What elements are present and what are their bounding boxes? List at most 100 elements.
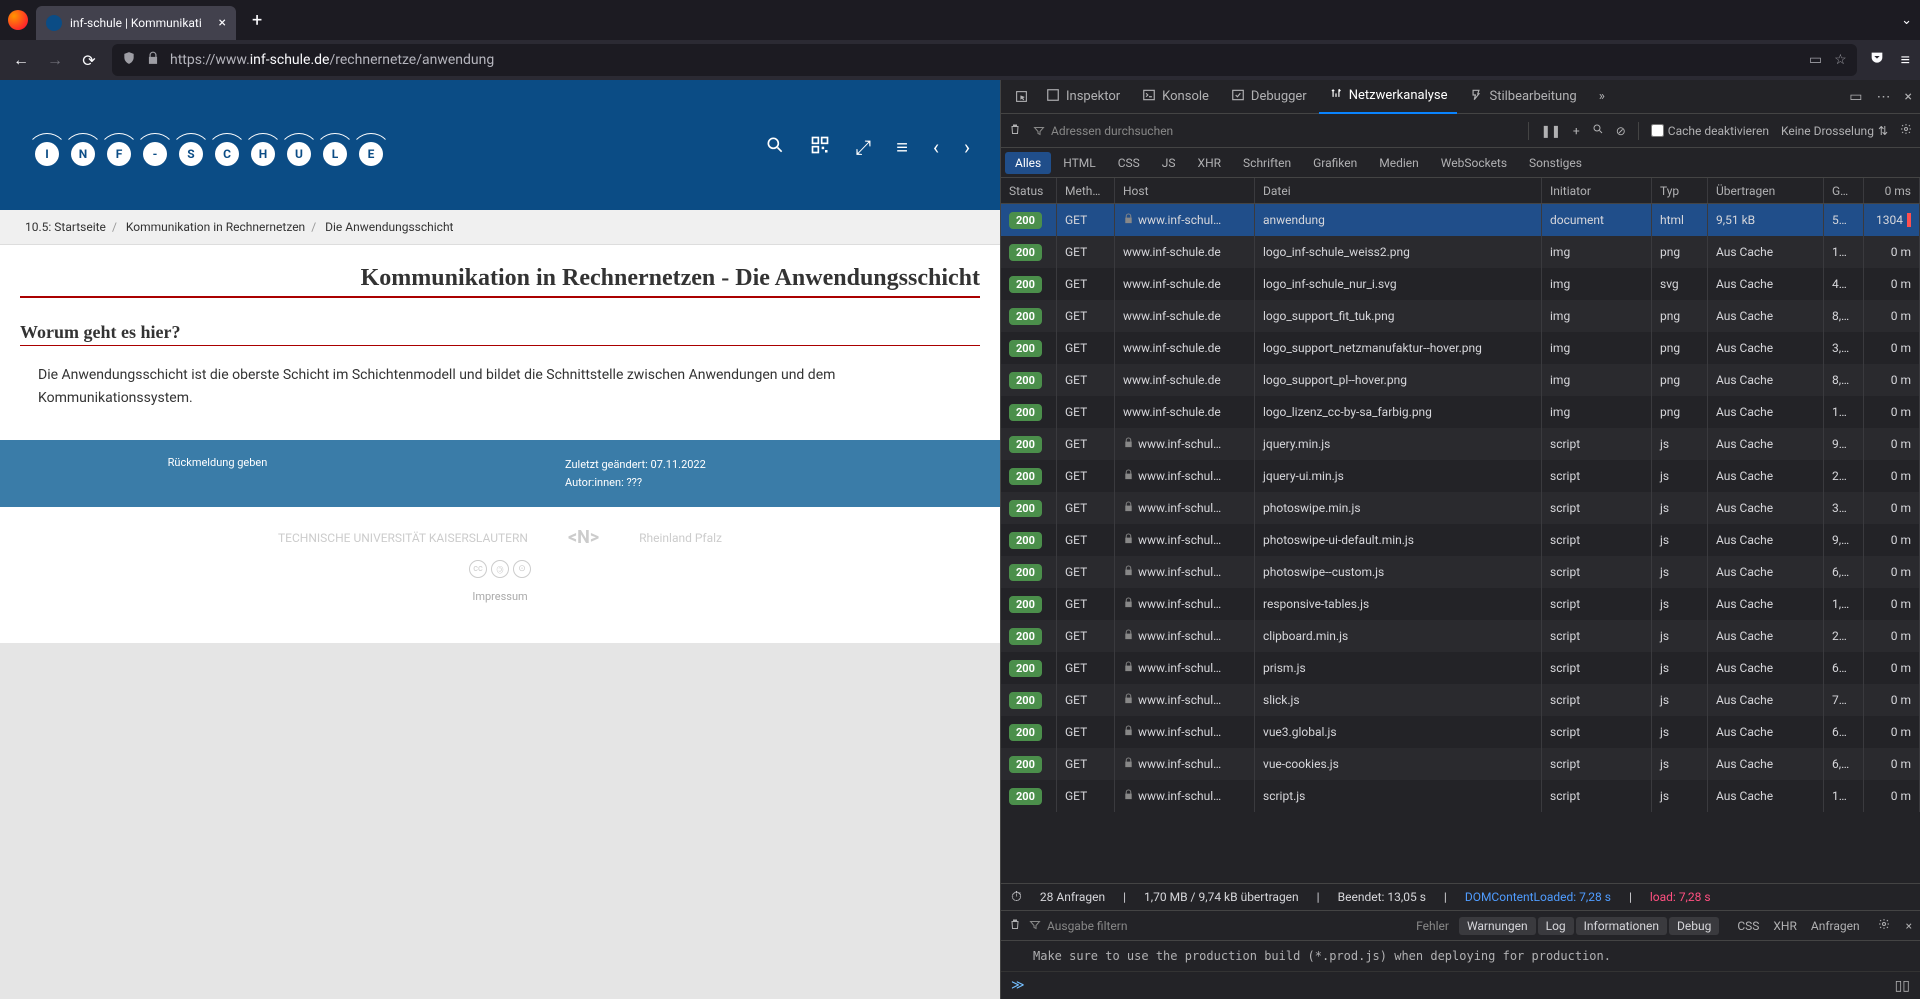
responsive-mode-icon[interactable]: ▭ (1849, 89, 1862, 105)
network-row[interactable]: 200GETwww.inf-schule.delogo_lizenz_cc-by… (1001, 396, 1920, 428)
throttle-select[interactable]: Keine Drosselung ⇅ (1781, 124, 1888, 138)
filter-tab-xhr[interactable]: XHR (1188, 152, 1231, 174)
prev-chapter-icon[interactable]: ‹ (933, 135, 939, 160)
devtools-tab-konsole[interactable]: Konsole (1132, 80, 1219, 114)
network-row[interactable]: 200GETwww.inf-schul…responsive-tables.js… (1001, 588, 1920, 620)
feedback-link[interactable]: Rückmeldung geben (168, 456, 268, 469)
new-tab-button[interactable]: + (244, 6, 270, 35)
filter-tab-alles[interactable]: Alles (1005, 152, 1051, 174)
lock-icon[interactable] (146, 51, 160, 69)
clear-icon[interactable] (1009, 123, 1021, 138)
col-waterfall[interactable]: 0 ms (1864, 178, 1920, 203)
col-type[interactable]: Typ (1652, 178, 1708, 203)
network-row[interactable]: 200GETwww.inf-schul…jquery.min.jsscriptj… (1001, 428, 1920, 460)
search-icon[interactable] (765, 135, 785, 160)
menu-button[interactable]: ≡ (1901, 50, 1910, 70)
settings-gear-icon[interactable] (1900, 123, 1912, 138)
network-row[interactable]: 200GETwww.inf-schule.delogo_inf-schule_w… (1001, 236, 1920, 268)
network-row[interactable]: 200GETwww.inf-schule.delogo_support_fit_… (1001, 300, 1920, 332)
devtools-close-icon[interactable]: × (1905, 89, 1912, 105)
sponsor-logo[interactable]: Rheinland Pfalz (639, 531, 722, 545)
network-row[interactable]: 200GETwww.inf-schule.delogo_support_netz… (1001, 332, 1920, 364)
network-row[interactable]: 200GETwww.inf-schul…jquery-ui.min.jsscri… (1001, 460, 1920, 492)
console-css[interactable]: CSS (1737, 919, 1759, 933)
network-row[interactable]: 200GETwww.inf-schul…script.jsscriptjsAus… (1001, 780, 1920, 812)
filter-tab-js[interactable]: JS (1152, 152, 1186, 174)
network-row[interactable]: 200GETwww.inf-schul…anwendungdocumenthtm… (1001, 204, 1920, 236)
network-row[interactable]: 200GETwww.inf-schul…vue3.global.jsscript… (1001, 716, 1920, 748)
devtools-menu-icon[interactable]: ⋯ (1877, 89, 1891, 105)
filter-tab-css[interactable]: CSS (1108, 152, 1150, 174)
site-logo[interactable]: INF-SCHULE (35, 142, 383, 166)
shield-icon[interactable] (122, 51, 136, 69)
pocket-icon[interactable] (1869, 50, 1885, 70)
network-row[interactable]: 200GETwww.inf-schul…clipboard.min.jsscri… (1001, 620, 1920, 652)
col-status[interactable]: Status (1001, 178, 1057, 203)
expand-icon[interactable]: ⤢ (855, 135, 871, 160)
tabs-overflow-icon[interactable]: ⌄ (1901, 13, 1912, 28)
filter-tab-grafiken[interactable]: Grafiken (1303, 152, 1367, 174)
console-close-icon[interactable]: × (1906, 919, 1912, 933)
tab-close-icon[interactable]: × (219, 15, 226, 31)
breadcrumb-item[interactable]: Die Anwendungsschicht (322, 220, 453, 234)
level-warnungen[interactable]: Warnungen (1459, 917, 1536, 935)
devtools-picker-icon[interactable] (1009, 80, 1034, 114)
network-row[interactable]: 200GETwww.inf-schul…slick.jsscriptjsAus … (1001, 684, 1920, 716)
network-row[interactable]: 200GETwww.inf-schule.delogo_support_pl--… (1001, 364, 1920, 396)
url-filter-input[interactable]: Adressen durchsuchen (1033, 124, 1516, 138)
network-row[interactable]: 200GETwww.inf-schul…photoswipe--custom.j… (1001, 556, 1920, 588)
split-console-icon[interactable]: ▯▯ (1895, 978, 1910, 994)
network-table-header[interactable]: Status Meth… Host Datei Initiator Typ Üb… (1001, 178, 1920, 204)
col-size[interactable]: G… (1824, 178, 1864, 203)
col-transferred[interactable]: Übertragen (1708, 178, 1824, 203)
network-row[interactable]: 200GETwww.inf-schule.delogo_inf-schule_n… (1001, 268, 1920, 300)
filter-tab-html[interactable]: HTML (1053, 152, 1106, 174)
cc-license[interactable]: cc🄯⊙ (0, 560, 1000, 578)
console-filter-input[interactable]: Ausgabe filtern (1029, 919, 1400, 933)
breadcrumb-item[interactable]: Kommunikation in Rechnernetzen (123, 220, 305, 234)
filter-tab-schriften[interactable]: Schriften (1233, 152, 1301, 174)
browser-tab[interactable]: inf-schule | Kommunikati × (36, 6, 236, 40)
back-button[interactable]: ← (10, 50, 32, 70)
next-chapter-icon[interactable]: › (964, 135, 970, 160)
devtools-overflow-icon[interactable]: » (1589, 80, 1615, 114)
col-host[interactable]: Host (1115, 178, 1255, 203)
cache-disable-checkbox[interactable]: Cache deaktivieren (1651, 124, 1769, 138)
sponsor-logo[interactable]: <N> (568, 527, 599, 548)
console-xhr[interactable]: XHR (1773, 919, 1796, 933)
devtools-tab-netzwerkanalyse[interactable]: Netzwerkanalyse (1319, 80, 1458, 114)
forward-button[interactable]: → (44, 50, 66, 70)
add-icon[interactable]: + (1573, 124, 1580, 138)
level-fehler[interactable]: Fehler (1408, 917, 1457, 935)
level-debug[interactable]: Debug (1669, 917, 1719, 935)
qr-icon[interactable] (810, 135, 830, 160)
filter-tab-websockets[interactable]: WebSockets (1431, 152, 1517, 174)
network-row[interactable]: 200GETwww.inf-schul…photoswipe-ui-defaul… (1001, 524, 1920, 556)
filter-tab-medien[interactable]: Medien (1369, 152, 1429, 174)
devtools-tab-stilbearbeitung[interactable]: Stilbearbeitung (1459, 80, 1586, 114)
breadcrumb-item[interactable]: Startseite (54, 220, 106, 234)
impressum-link[interactable]: Impressum (0, 590, 1000, 603)
console-settings-icon[interactable] (1878, 918, 1890, 933)
block-icon[interactable]: ⊘ (1616, 124, 1626, 138)
hamburger-icon[interactable]: ≡ (896, 135, 908, 160)
filter-tab-sonstiges[interactable]: Sonstiges (1519, 152, 1592, 174)
col-initiator[interactable]: Initiator (1542, 178, 1652, 203)
console-requests[interactable]: Anfragen (1811, 919, 1860, 933)
bookmark-icon[interactable]: ☆ (1834, 52, 1847, 68)
col-file[interactable]: Datei (1255, 178, 1542, 203)
reader-mode-icon[interactable]: ▭ (1809, 52, 1822, 68)
devtools-tab-debugger[interactable]: Debugger (1221, 80, 1317, 114)
url-bar[interactable]: https://www.inf-schule.de/rechnernetze/a… (112, 44, 1857, 76)
clear-console-icon[interactable] (1009, 918, 1021, 933)
level-info[interactable]: Informationen (1576, 917, 1667, 935)
devtools-tab-inspektor[interactable]: Inspektor (1036, 80, 1130, 114)
reload-button[interactable]: ⟳ (78, 51, 100, 70)
pause-icon[interactable]: ❚❚ (1541, 124, 1561, 138)
network-row[interactable]: 200GETwww.inf-schul…photoswipe.min.jsscr… (1001, 492, 1920, 524)
level-log[interactable]: Log (1538, 917, 1574, 935)
network-row[interactable]: 200GETwww.inf-schul…prism.jsscriptjsAus … (1001, 652, 1920, 684)
perf-icon[interactable]: ⏱ (1011, 889, 1022, 905)
col-method[interactable]: Meth… (1057, 178, 1115, 203)
search-icon[interactable] (1592, 123, 1604, 138)
